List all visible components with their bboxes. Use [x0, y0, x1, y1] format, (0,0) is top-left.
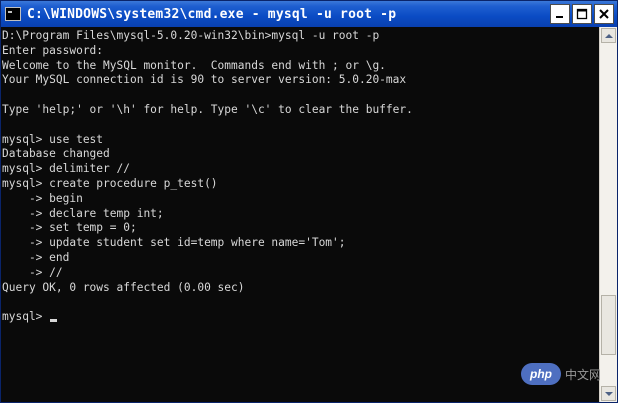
- console-line: Enter password:: [2, 43, 104, 57]
- cmd-window: C:\WINDOWS\system32\cmd.exe - mysql -u r…: [0, 0, 618, 403]
- minimize-icon: [556, 16, 563, 18]
- window-title: C:\WINDOWS\system32\cmd.exe - mysql -u r…: [27, 6, 397, 22]
- console-line: -> begin: [2, 191, 83, 205]
- console-line: -> update student set id=temp where name…: [2, 236, 346, 250]
- close-icon: [599, 9, 609, 19]
- maximize-button[interactable]: [572, 4, 592, 24]
- console-line: Query OK, 0 rows affected (0.00 sec): [2, 280, 245, 294]
- console-line: Database changed: [2, 147, 110, 161]
- console-line: mysql>: [2, 310, 599, 325]
- text-cursor: [50, 319, 58, 323]
- console-output[interactable]: D:\Program Files\mysql-5.0.20-win32\bin>…: [1, 27, 599, 402]
- close-button[interactable]: [594, 4, 614, 24]
- console-line: Welcome to the MySQL monitor. Commands e…: [2, 58, 386, 72]
- console-line: mysql> create procedure p_test(): [2, 176, 218, 190]
- console-line: -> declare temp int;: [2, 206, 164, 220]
- php-logo: php: [521, 363, 561, 385]
- console-line: -> set temp = 0;: [2, 221, 137, 235]
- window-controls: [550, 4, 614, 24]
- scroll-up-button[interactable]: [601, 28, 616, 43]
- console-icon[interactable]: [5, 7, 21, 21]
- scroll-thumb[interactable]: [601, 295, 616, 355]
- arrow-up-icon: [604, 33, 613, 38]
- arrow-down-icon: [604, 391, 613, 396]
- console-line: D:\Program Files\mysql-5.0.20-win32\bin>…: [2, 29, 380, 42]
- console-line: -> //: [2, 265, 63, 279]
- console-line: mysql> delimiter //: [2, 162, 130, 176]
- vertical-scrollbar[interactable]: [599, 27, 617, 402]
- console-line: Type 'help;' or '\h' for help. Type '\c'…: [2, 102, 413, 116]
- console-line: Your MySQL connection id is 90 to server…: [2, 73, 407, 87]
- site-watermark: php 中文网: [521, 359, 617, 389]
- console-line: mysql> use test: [2, 132, 104, 146]
- minimize-button[interactable]: [550, 4, 570, 24]
- title-bar[interactable]: C:\WINDOWS\system32\cmd.exe - mysql -u r…: [1, 1, 617, 27]
- watermark-text: 中文网: [565, 367, 602, 382]
- console-line: -> end: [2, 250, 70, 264]
- maximize-icon: [576, 8, 588, 20]
